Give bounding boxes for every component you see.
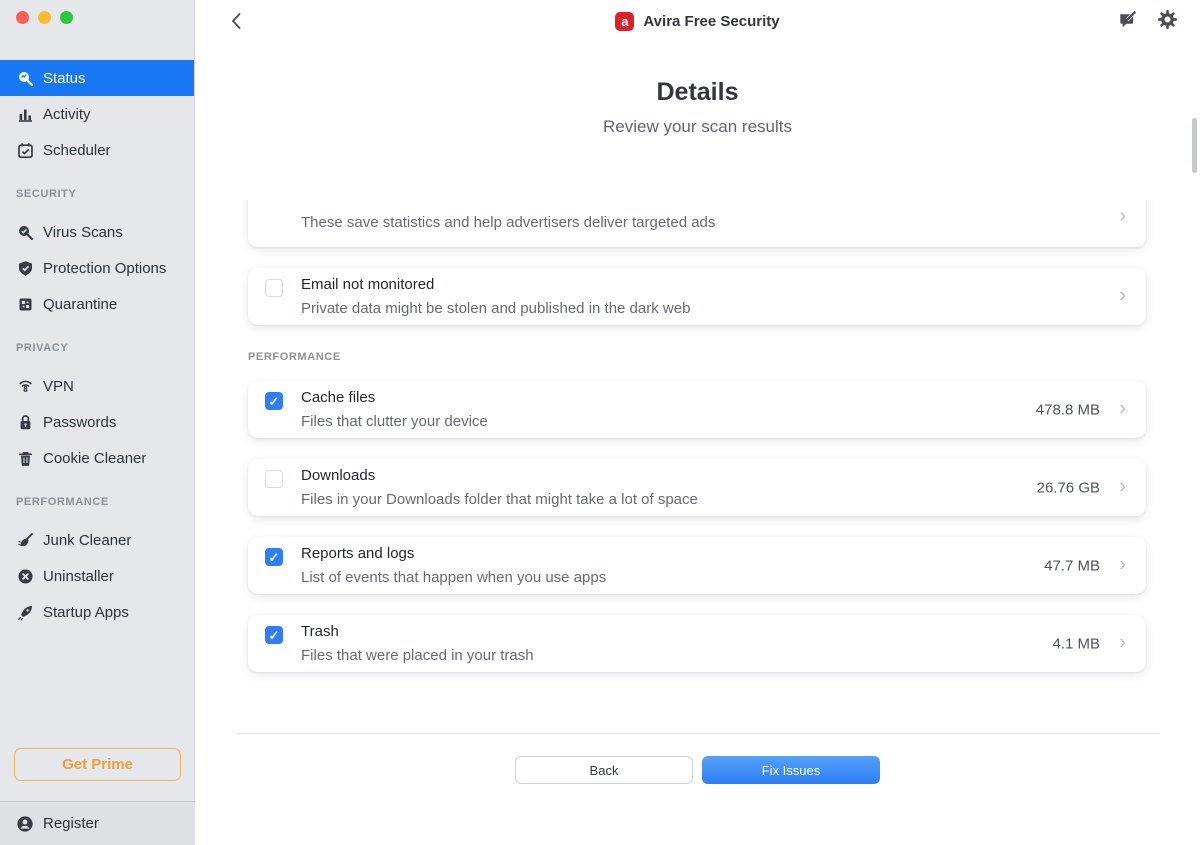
main-panel: a Avira Free Security Details Review you… [195, 0, 1200, 845]
person-icon [16, 815, 34, 833]
sidebar-item-startup-apps[interactable]: Startup Apps [0, 594, 194, 630]
padlock-icon [16, 413, 34, 431]
broom-icon [16, 531, 34, 549]
scan-item-cache-files[interactable]: ✓ Cache files Files that clutter your de… [248, 381, 1146, 438]
scan-item-value: 53 [1083, 200, 1100, 201]
fix-issues-button[interactable]: Fix Issues [702, 756, 880, 784]
bar-chart-icon [16, 105, 34, 123]
performance-section-label: PERFORMANCE [248, 351, 1160, 365]
trash-icon [16, 449, 34, 467]
sidebar-item-uninstaller[interactable]: Uninstaller [0, 558, 194, 594]
sidebar-item-label: Startup Apps [43, 604, 129, 621]
scan-item-value: 4.1 MB [1052, 635, 1100, 652]
sidebar-section-security: SECURITY [0, 188, 194, 202]
scan-item-downloads[interactable]: ✓ Downloads Files in your Downloads fold… [248, 459, 1146, 516]
sidebar-item-label: Virus Scans [43, 224, 123, 241]
sidebar: Status Activity Scheduler SECURITY Virus… [0, 0, 195, 845]
app-title: a Avira Free Security [195, 8, 1200, 34]
cache-files-checkbox[interactable]: ✓ [265, 392, 283, 410]
avira-logo-icon: a [615, 12, 634, 31]
magnifier-check-icon [16, 223, 34, 241]
sidebar-item-label: Quarantine [43, 296, 117, 313]
minimize-button[interactable] [38, 11, 51, 24]
sidebar-item-label: Junk Cleaner [43, 532, 131, 549]
sidebar-item-status[interactable]: Status [0, 60, 194, 96]
sidebar-item-cookie-cleaner[interactable]: Cookie Cleaner [0, 440, 194, 476]
quarantine-box-icon [16, 295, 34, 313]
scan-item-title: Cache files [301, 389, 375, 406]
sidebar-item-scheduler[interactable]: Scheduler [0, 132, 194, 168]
sidebar-item-passwords[interactable]: Passwords [0, 404, 194, 440]
page-title: Details [195, 78, 1200, 107]
scan-item-description: Files that clutter your device [301, 413, 488, 430]
window-controls [16, 7, 73, 27]
register-label: Register [43, 815, 99, 832]
wifi-lock-icon [16, 377, 34, 395]
sidebar-section-privacy: PRIVACY [0, 342, 194, 356]
status-magnifier-icon [16, 69, 34, 87]
scan-item-tracking-cookies[interactable]: These save statistics and help advertise… [248, 200, 1146, 247]
scan-item-title: Trash [301, 623, 339, 640]
app-title-label: Avira Free Security [643, 13, 779, 30]
sidebar-item-label: Status [43, 70, 86, 87]
scan-item-description: Files that were placed in your trash [301, 647, 534, 664]
downloads-checkbox[interactable]: ✓ [265, 470, 283, 488]
register-button[interactable]: Register [0, 801, 195, 845]
sidebar-item-label: Protection Options [43, 260, 166, 277]
scan-item-reports-logs[interactable]: ✓ Reports and logs List of events that h… [248, 537, 1146, 594]
chevron-right-icon: › [1119, 284, 1126, 307]
sidebar-item-virus-scans[interactable]: Virus Scans [0, 214, 194, 250]
scrollbar-thumb[interactable] [1192, 118, 1197, 173]
settings-gear-icon[interactable] [1156, 8, 1178, 30]
footer-divider [236, 733, 1160, 734]
scan-item-trash[interactable]: ✓ Trash Files that were placed in your t… [248, 615, 1146, 672]
sidebar-item-label: Scheduler [43, 142, 111, 159]
chevron-right-icon: › [1119, 631, 1126, 654]
scan-item-description: These save statistics and help advertise… [301, 214, 715, 231]
chevron-right-icon: › [1119, 397, 1126, 420]
zoom-button[interactable] [60, 11, 73, 24]
reports-logs-checkbox[interactable]: ✓ [265, 548, 283, 566]
scan-item-description: List of events that happen when you use … [301, 569, 606, 586]
scan-item-title: Email not monitored [301, 276, 434, 293]
scan-item-value: 26.76 GB [1037, 479, 1100, 496]
scan-item-description: Files in your Downloads folder that migh… [301, 491, 698, 508]
chevron-right-icon: › [1119, 553, 1126, 576]
rocket-icon [16, 603, 34, 621]
scan-item-description: Private data might be stolen and publish… [301, 300, 690, 317]
sidebar-item-label: Passwords [43, 414, 116, 431]
page-subtitle: Review your scan results [195, 117, 1200, 137]
feedback-icon[interactable] [1116, 8, 1138, 30]
sidebar-item-label: VPN [43, 378, 74, 395]
scan-item-email[interactable]: ✓ Email not monitored Private data might… [248, 268, 1146, 325]
chevron-right-icon: › [1119, 475, 1126, 498]
scan-item-title: Downloads [301, 467, 375, 484]
sidebar-item-label: Uninstaller [43, 568, 114, 585]
scan-results-list: These save statistics and help advertise… [236, 200, 1160, 733]
sidebar-item-label: Activity [43, 106, 91, 123]
circle-x-icon [16, 567, 34, 585]
sidebar-item-label: Cookie Cleaner [43, 450, 146, 467]
sidebar-item-quarantine[interactable]: Quarantine [0, 286, 194, 322]
scan-item-value: 478.8 MB [1036, 401, 1100, 418]
back-button[interactable]: Back [515, 756, 693, 784]
chevron-right-icon: › [1119, 206, 1126, 226]
get-prime-button[interactable]: Get Prime [14, 748, 181, 781]
close-button[interactable] [16, 11, 29, 24]
scan-item-title: Reports and logs [301, 545, 414, 562]
calendar-check-icon [16, 141, 34, 159]
email-checkbox[interactable]: ✓ [265, 279, 283, 297]
sidebar-item-junk-cleaner[interactable]: Junk Cleaner [0, 522, 194, 558]
sidebar-section-performance: PERFORMANCE [0, 496, 194, 510]
sidebar-item-vpn[interactable]: VPN [0, 368, 194, 404]
trash-checkbox[interactable]: ✓ [265, 626, 283, 644]
shield-check-icon [16, 259, 34, 277]
sidebar-item-protection-options[interactable]: Protection Options [0, 250, 194, 286]
sidebar-item-activity[interactable]: Activity [0, 96, 194, 132]
scan-item-value: 47.7 MB [1044, 557, 1100, 574]
